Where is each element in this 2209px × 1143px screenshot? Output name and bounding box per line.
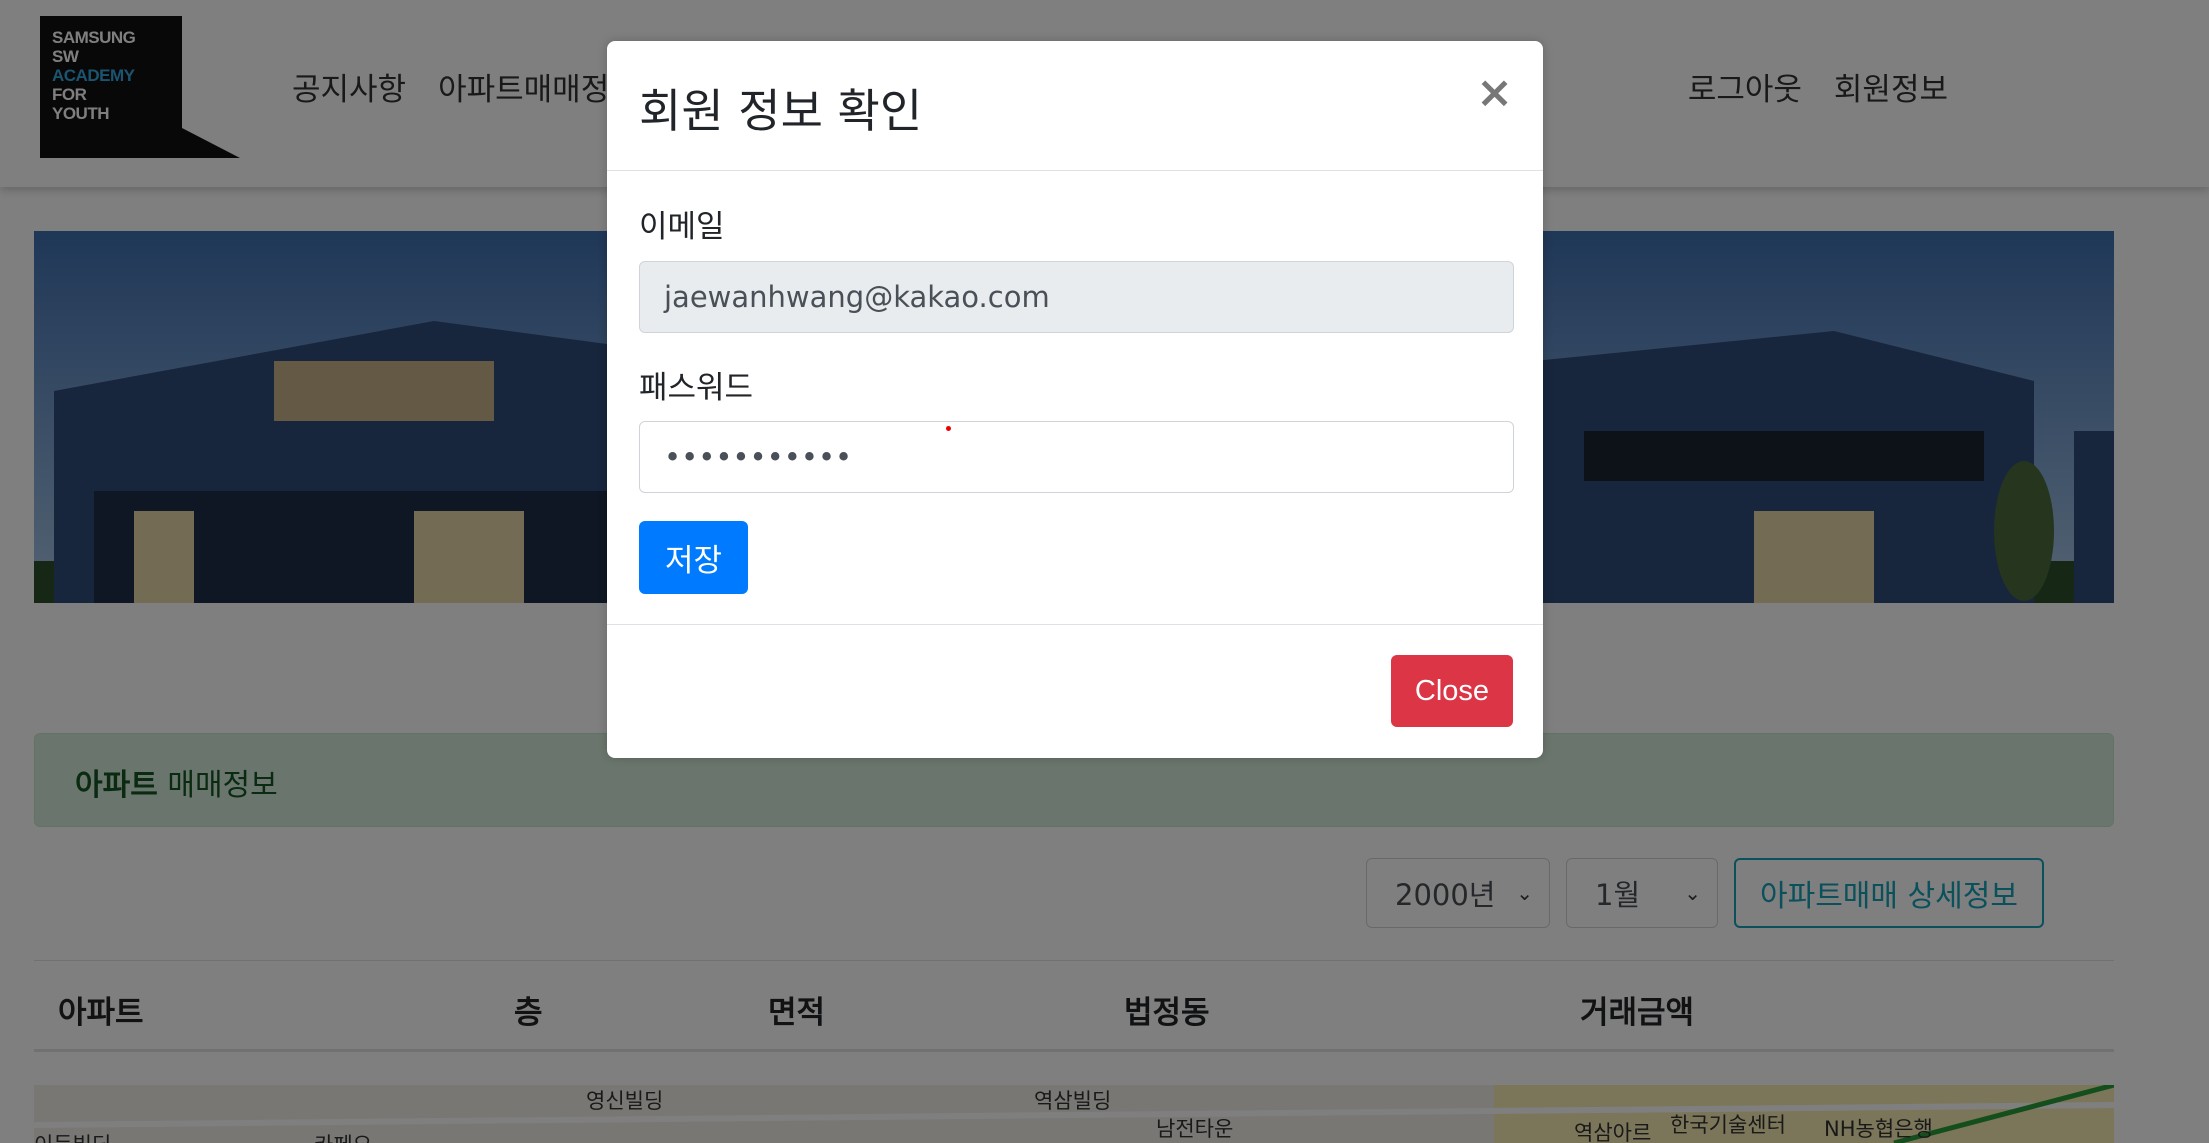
- password-label: 패스워드: [639, 370, 754, 406]
- modal-footer: Close: [607, 624, 1543, 758]
- member-info-modal: 회원 정보 확인 × 이메일 jaewanhwang@kakao.com 패스워…: [607, 41, 1543, 758]
- password-field[interactable]: •••••••••••: [639, 421, 1514, 493]
- close-icon[interactable]: ×: [1476, 71, 1513, 115]
- cursor-dot: [946, 426, 951, 431]
- email-field[interactable]: jaewanhwang@kakao.com: [639, 261, 1514, 333]
- email-label: 이메일: [639, 209, 725, 245]
- modal-title: 회원 정보 확인: [639, 84, 923, 138]
- modal-header: 회원 정보 확인 ×: [607, 41, 1543, 171]
- close-button[interactable]: Close: [1391, 655, 1513, 727]
- save-button[interactable]: 저장: [639, 521, 748, 594]
